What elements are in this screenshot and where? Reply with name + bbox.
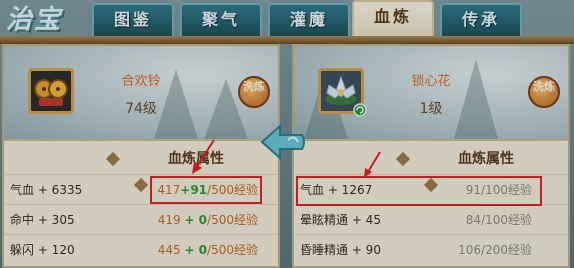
wash-button[interactable]: 洗炼 bbox=[238, 76, 270, 108]
tab-gather-qi[interactable]: 聚气 bbox=[180, 3, 262, 37]
transfer-arrow-icon bbox=[260, 123, 305, 161]
attribute-row: 晕眩精通 + 45 84/100经验 bbox=[294, 204, 568, 234]
attribute-exp: 106/200经验 bbox=[458, 243, 532, 257]
right-panel: 锁心花 1级 洗炼 血炼属性 气血 + 1267 91/100经验 晕眩精通 +… bbox=[292, 44, 570, 268]
left-panel: 合欢铃 74级 洗炼 血炼属性 气血 + 6335 417+91/500经验 命… bbox=[2, 44, 280, 268]
annotation-arrow-icon bbox=[192, 139, 215, 174]
attribute-row: 昏睡精通 + 90 106/200经验 bbox=[294, 234, 568, 264]
highlight-box bbox=[296, 176, 542, 206]
attribute-exp: 445 + 0/500经验 bbox=[158, 235, 258, 265]
attribute-row: 命中 + 305 419 + 0/500经验 bbox=[4, 204, 278, 234]
attribute-label: 晕眩精通 + 45 bbox=[300, 213, 381, 227]
exp-current: 419 bbox=[157, 213, 181, 227]
attribute-exp: 84/100经验 bbox=[465, 213, 532, 227]
attribute-label: 气血 + 6335 bbox=[10, 183, 83, 197]
right-hero: 锁心花 1级 洗炼 bbox=[294, 46, 568, 141]
exp-bonus: + 0 bbox=[184, 243, 208, 257]
attribute-label: 命中 + 305 bbox=[10, 213, 75, 227]
game-window: 治宝 图鉴 聚气 灌魔 血炼 传承 合欢铃 74级 洗炼 血炼属性 气血 + 6… bbox=[0, 0, 574, 268]
left-hero: 合欢铃 74级 洗炼 bbox=[4, 46, 278, 141]
game-logo: 治宝 bbox=[6, 5, 63, 35]
item-level: 74级 bbox=[125, 101, 157, 117]
attribute-row: 躲闪 + 120 445 + 0/500经验 bbox=[4, 234, 278, 264]
tab-atlas[interactable]: 图鉴 bbox=[92, 3, 174, 37]
exp-max: /500经验 bbox=[207, 243, 258, 257]
tab-blood-refine[interactable]: 血炼 bbox=[352, 0, 434, 38]
exp-bonus: + 0 bbox=[184, 213, 208, 227]
section-title: 血炼属性 bbox=[294, 146, 568, 193]
highlight-box bbox=[150, 176, 262, 204]
attribute-label: 躲闪 + 120 bbox=[10, 243, 75, 257]
annotation-arrow-icon bbox=[364, 151, 381, 178]
diamond-ornament-icon bbox=[105, 151, 121, 167]
tab-infuse-magic[interactable]: 灌魔 bbox=[268, 3, 350, 37]
tab-inherit[interactable]: 传承 bbox=[440, 3, 522, 37]
item-name: 锁心花 bbox=[411, 74, 451, 89]
section-title: 血炼属性 bbox=[4, 146, 278, 193]
tab-ribbon bbox=[0, 36, 574, 44]
exp-max: /500经验 bbox=[207, 213, 258, 227]
wash-button[interactable]: 洗炼 bbox=[528, 76, 560, 108]
item-level: 1级 bbox=[419, 101, 443, 117]
section-title-text: 血炼属性 bbox=[458, 151, 514, 167]
tab-bar: 图鉴 聚气 灌魔 血炼 传承 bbox=[92, 0, 574, 38]
diamond-ornament-icon bbox=[395, 151, 411, 167]
exp-current: 445 bbox=[157, 243, 181, 257]
attribute-exp: 419 + 0/500经验 bbox=[158, 205, 258, 235]
attribute-label: 昏睡精通 + 90 bbox=[300, 243, 381, 257]
item-name: 合欢铃 bbox=[121, 74, 161, 89]
